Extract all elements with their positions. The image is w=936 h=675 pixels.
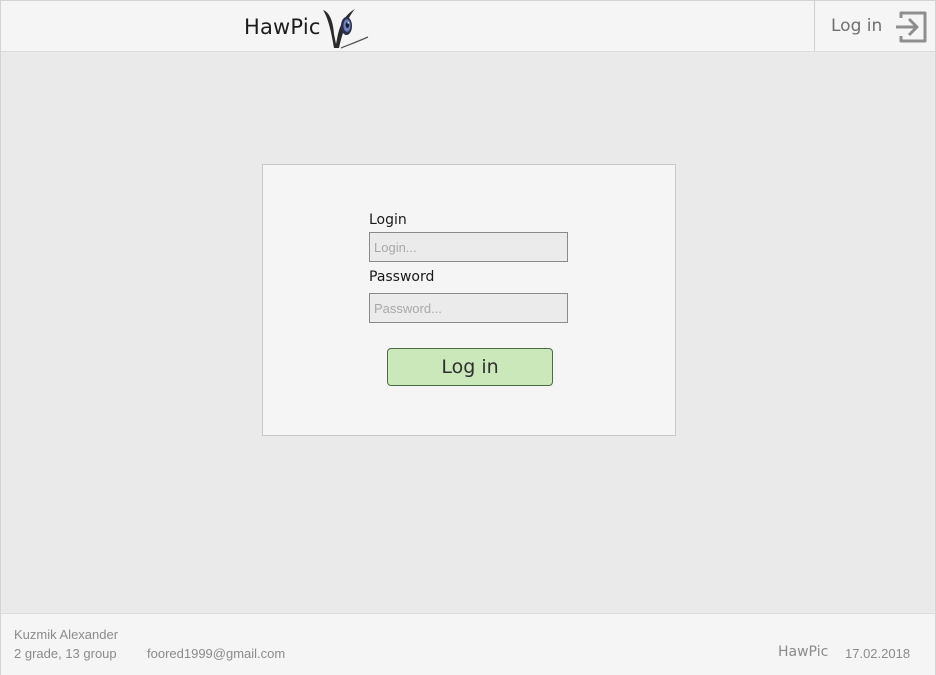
login-input[interactable] [369, 232, 568, 262]
logo-text: HawPic [244, 15, 321, 39]
password-input[interactable] [369, 293, 568, 323]
password-field-label: Password [369, 269, 435, 285]
hawk-eye-logo-icon [322, 9, 368, 49]
header-bar: HawPic Log in [1, 1, 935, 52]
login-card: Login Password Log in [262, 164, 676, 436]
login-submit-button[interactable]: Log in [387, 348, 553, 386]
header-login-label: Log in [831, 16, 883, 36]
login-field-label: Login [369, 212, 407, 228]
footer-brand: HawPic [778, 644, 829, 660]
footer-date: 17.02.2018 [845, 646, 911, 661]
header-login-button[interactable]: Log in [815, 1, 935, 51]
footer-author-name: Kuzmik Alexander [14, 627, 119, 642]
sign-in-icon [896, 11, 927, 43]
footer: Kuzmik Alexander 2 grade, 13 group foore… [1, 613, 935, 675]
logo[interactable]: HawPic [244, 5, 369, 49]
footer-author-email[interactable]: foored1999@gmail.com [147, 646, 285, 661]
app-window: HawPic Log in Login Password Log [0, 0, 936, 675]
footer-author-group: 2 grade, 13 group [14, 646, 117, 661]
